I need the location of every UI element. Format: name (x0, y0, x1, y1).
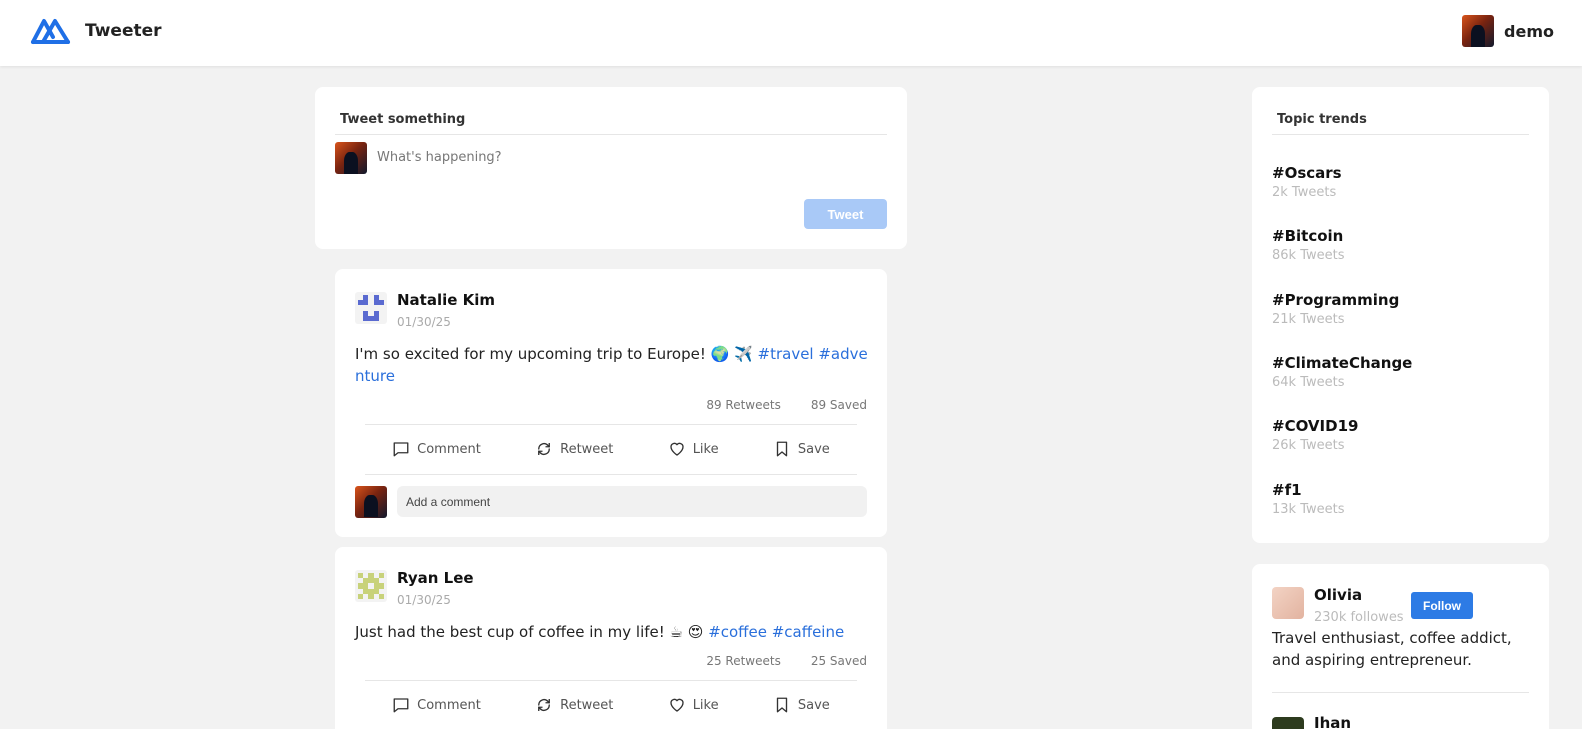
trend-count: 86k Tweets (1272, 248, 1345, 263)
comment-icon (393, 698, 409, 713)
user-name[interactable]: demo (1504, 22, 1554, 41)
trend-tag[interactable]: #f1 (1272, 481, 1345, 499)
author-name[interactable]: Ryan Lee (397, 569, 474, 587)
follow-suggestions-card: Olivia 230k followes Follow Travel enthu… (1252, 564, 1549, 729)
saved-count: 89 Saved (810, 398, 867, 412)
divider (365, 424, 857, 425)
hashtag-links[interactable]: #coffee #caffeine (708, 623, 844, 641)
heart-icon (670, 442, 684, 456)
top-header: Tweeter demo (0, 0, 1582, 66)
retweet-count: 89 Retweets (706, 398, 781, 412)
commenter-avatar (355, 485, 387, 518)
divider (1272, 692, 1529, 693)
tweet-text: Just had the best cup of coffee in my li… (355, 621, 870, 643)
tweet-card: Ryan Lee 01/30/25 Just had the best cup … (335, 547, 887, 729)
bookmark-icon (776, 441, 788, 457)
comment-input[interactable] (397, 486, 867, 517)
tweet-text: I'm so excited for my upcoming trip to E… (355, 343, 870, 387)
brand-name[interactable]: Tweeter (85, 21, 162, 41)
author-name[interactable]: Natalie Kim (397, 291, 495, 309)
user-menu[interactable]: demo (1462, 15, 1554, 47)
divider (335, 134, 887, 135)
retweet-label: Retweet (560, 441, 614, 457)
trend-item[interactable]: #COVID19 26k Tweets (1272, 417, 1358, 453)
logo-icon[interactable] (29, 15, 72, 46)
comment-label: Comment (417, 697, 481, 713)
like-label: Like (692, 441, 719, 457)
comment-label: Comment (417, 441, 481, 457)
tweet-date: 01/30/25 (397, 315, 451, 329)
trend-tag[interactable]: #Programming (1272, 291, 1399, 309)
trend-item[interactable]: #f1 13k Tweets (1272, 481, 1345, 517)
trend-tag[interactable]: #COVID19 (1272, 417, 1358, 435)
retweet-button[interactable]: Retweet (535, 696, 613, 714)
author-avatar[interactable] (355, 292, 387, 324)
save-label: Save (797, 697, 830, 713)
trend-item[interactable]: #Oscars 2k Tweets (1272, 164, 1342, 200)
retweet-icon (538, 443, 551, 455)
follow-button[interactable]: Follow (1411, 592, 1473, 619)
suggested-user-name[interactable]: Olivia (1314, 586, 1362, 604)
comment-button[interactable]: Comment (392, 696, 481, 714)
trend-count: 64k Tweets (1272, 375, 1345, 390)
tweet-stats: 25 Retweets 25 Saved (706, 654, 867, 668)
tweet-date: 01/30/25 (397, 593, 451, 607)
saved-count: 25 Saved (810, 654, 867, 668)
tweet-composer: Tweet something Tweet (315, 87, 907, 249)
save-button[interactable]: Save (773, 696, 830, 714)
comment-row (355, 485, 867, 518)
divider (365, 680, 857, 681)
comment-icon (393, 442, 409, 457)
composer-title: Tweet something (340, 112, 466, 127)
trend-item[interactable]: #ClimateChange 64k Tweets (1272, 354, 1412, 390)
author-avatar[interactable] (355, 570, 387, 602)
trend-count: 26k Tweets (1272, 438, 1345, 453)
tweet-body: Just had the best cup of coffee in my li… (355, 623, 709, 641)
suggested-user-avatar[interactable] (1272, 717, 1304, 729)
suggested-user-avatar[interactable] (1272, 587, 1304, 619)
tweet-button[interactable]: Tweet (804, 199, 887, 229)
retweet-count: 25 Retweets (706, 654, 781, 668)
tweet-actions: Comment Retweet Like Save (365, 426, 857, 472)
suggested-user-bio: Travel enthusiast, coffee addict, and as… (1272, 629, 1512, 669)
trend-tag[interactable]: #Oscars (1272, 164, 1342, 182)
trend-item[interactable]: #Bitcoin 86k Tweets (1272, 227, 1345, 263)
trend-tag[interactable]: #Bitcoin (1272, 227, 1345, 245)
retweet-button[interactable]: Retweet (535, 440, 613, 458)
user-avatar[interactable] (1462, 15, 1495, 47)
bookmark-icon (776, 697, 788, 713)
trend-tag[interactable]: #ClimateChange (1272, 354, 1412, 372)
tweet-body: I'm so excited for my upcoming trip to E… (355, 345, 758, 363)
suggested-user-name[interactable]: Ihan (1314, 714, 1351, 729)
like-button[interactable]: Like (668, 696, 719, 714)
heart-icon (670, 698, 684, 712)
divider (1272, 134, 1529, 135)
topic-trends-card: Topic trends #Oscars 2k Tweets #Bitcoin … (1252, 87, 1549, 543)
trend-count: 21k Tweets (1272, 312, 1345, 327)
tweet-stats: 89 Retweets 89 Saved (706, 398, 867, 412)
comment-button[interactable]: Comment (392, 440, 481, 458)
save-button[interactable]: Save (773, 440, 830, 458)
tweet-actions: Comment Retweet Like Save (365, 682, 857, 728)
trends-title: Topic trends (1277, 112, 1367, 127)
trend-count: 2k Tweets (1272, 185, 1337, 200)
retweet-icon (538, 699, 551, 711)
like-label: Like (692, 697, 719, 713)
trend-item[interactable]: #Programming 21k Tweets (1272, 291, 1399, 327)
suggested-user-followers: 230k followes (1314, 610, 1404, 625)
tweet-input[interactable] (377, 146, 877, 168)
like-button[interactable]: Like (668, 440, 719, 458)
tweet-card: Natalie Kim 01/30/25 I'm so excited for … (335, 269, 887, 537)
trend-count: 13k Tweets (1272, 502, 1345, 517)
save-label: Save (797, 441, 830, 457)
composer-avatar (335, 142, 367, 174)
retweet-label: Retweet (560, 697, 614, 713)
divider (365, 474, 857, 475)
